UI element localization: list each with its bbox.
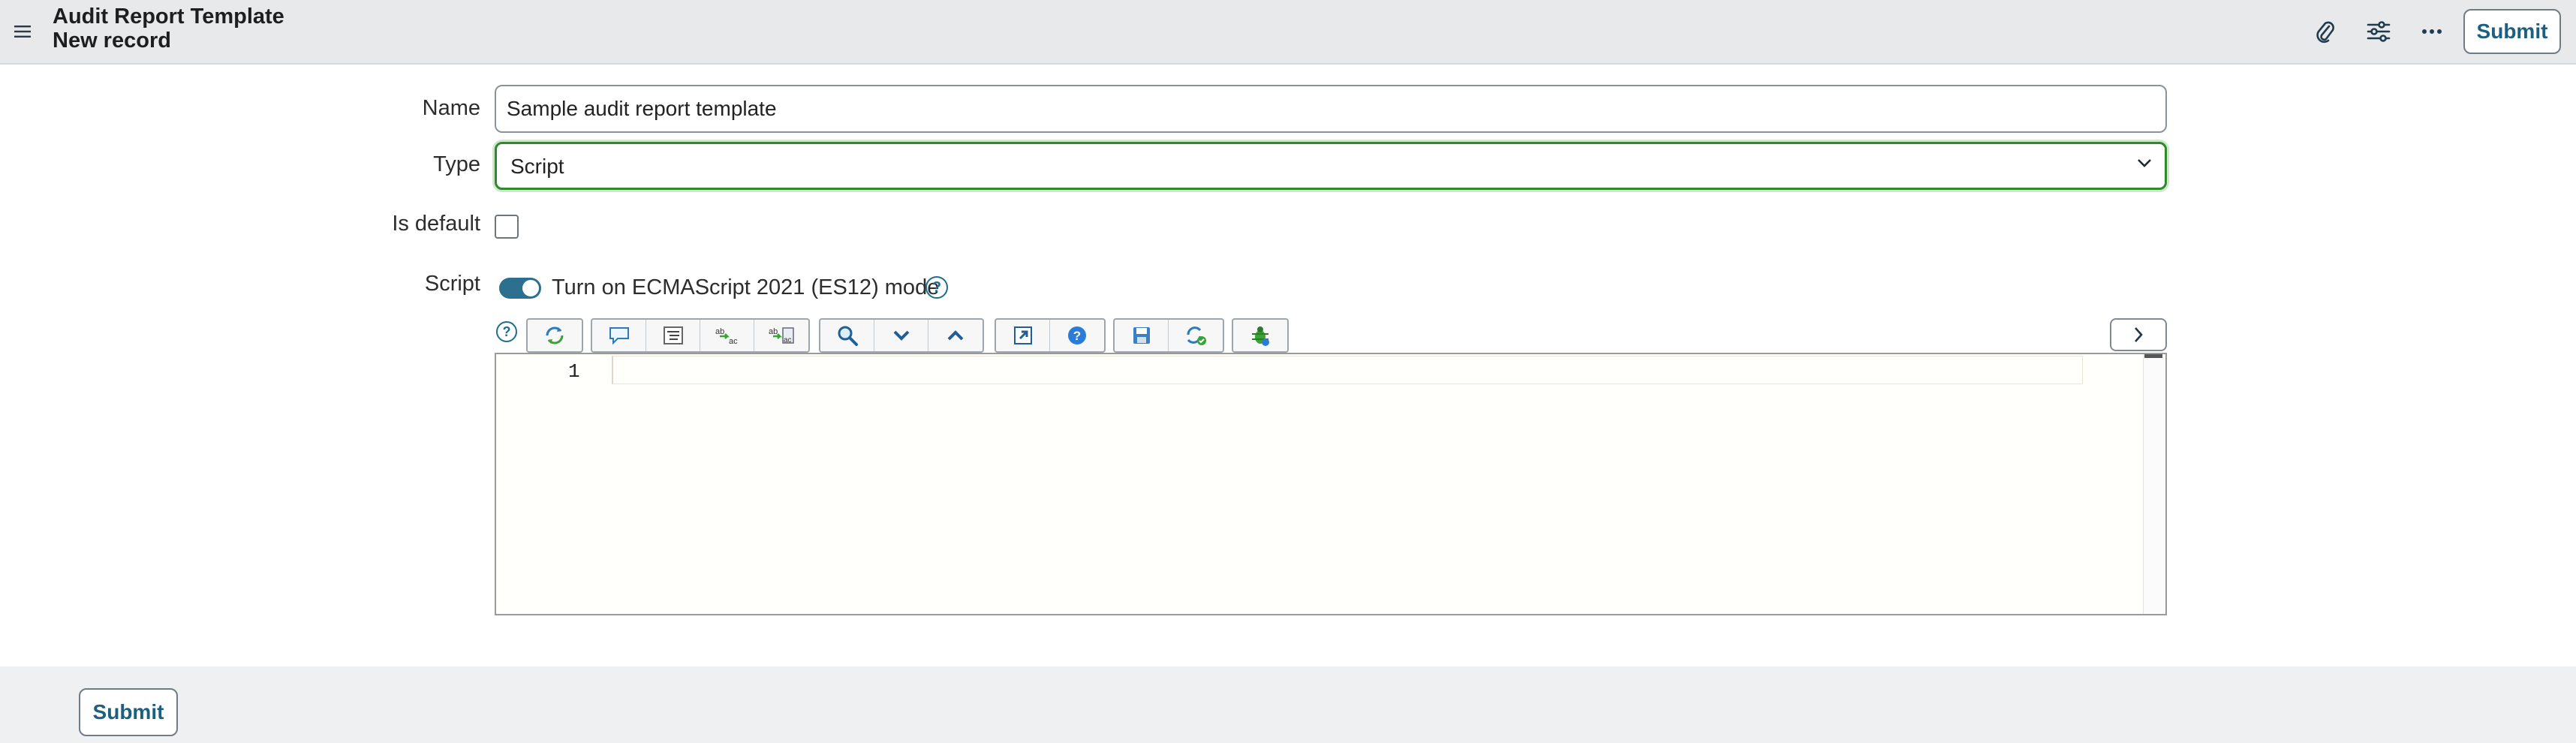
svg-text:ac: ac: [729, 337, 738, 345]
line-number: 1: [568, 360, 580, 383]
toolbar-group-toggle: [526, 318, 583, 353]
name-input[interactable]: [495, 85, 2167, 133]
type-select[interactable]: Script: [497, 144, 2165, 188]
page-title: Audit Report Template: [53, 5, 284, 29]
svg-text:?: ?: [1073, 329, 1081, 343]
toggle-knob: [521, 278, 540, 298]
replace-icon[interactable]: ab ac: [700, 320, 754, 351]
type-label: Type: [433, 152, 480, 176]
active-line-highlight: [612, 356, 2083, 384]
syntax-check-icon[interactable]: [1169, 320, 1223, 351]
replace-all-icon[interactable]: ab ac: [754, 320, 808, 351]
header-submit-button[interactable]: Submit: [2463, 9, 2561, 54]
es12-mode-toggle[interactable]: [499, 278, 541, 299]
toolbar-group-save: [1113, 318, 1224, 353]
is-default-label: Is default: [392, 212, 480, 236]
save-icon[interactable]: [1115, 320, 1169, 351]
ellipsis-icon[interactable]: [2415, 15, 2448, 48]
editor-scrollbar[interactable]: [2143, 354, 2165, 614]
footer-submit-button[interactable]: Submit: [79, 688, 178, 736]
es12-mode-label: Turn on ECMAScript 2021 (ES12) mode: [552, 275, 940, 299]
toolbar-group-debug: [1232, 318, 1289, 353]
search-previous-icon[interactable]: [928, 320, 983, 351]
is-default-checkbox[interactable]: [495, 215, 519, 239]
hamburger-icon[interactable]: [9, 18, 36, 45]
expand-editor-button[interactable]: [2110, 318, 2167, 351]
sliders-icon[interactable]: [2362, 15, 2395, 48]
editor-help-icon[interactable]: ?: [496, 321, 517, 342]
es12-help-icon[interactable]: ?: [925, 276, 948, 299]
debug-bug-icon[interactable]: [1233, 320, 1287, 351]
search-icon[interactable]: [820, 320, 874, 351]
toolbar-group-search: [819, 318, 984, 353]
type-select-wrapper[interactable]: Script: [495, 142, 2167, 190]
name-label: Name: [422, 96, 480, 120]
script-help-icon[interactable]: ?: [1050, 320, 1104, 351]
form-footer: Submit: [0, 666, 2576, 743]
toolbar-group-format: ab ac ab ac: [591, 318, 810, 353]
svg-text:ab: ab: [715, 327, 724, 336]
comment-icon[interactable]: [592, 320, 646, 351]
chevron-right-icon: [2135, 327, 2143, 342]
page-subtitle: New record: [53, 29, 171, 53]
toolbar-group-help: ?: [995, 318, 1106, 353]
paperclip-icon[interactable]: [2309, 15, 2342, 48]
script-editor[interactable]: 1: [495, 353, 2167, 615]
title-block: Audit Report Template New record: [53, 5, 284, 53]
format-code-icon[interactable]: [646, 320, 700, 351]
fullscreen-icon[interactable]: [996, 320, 1050, 351]
scrollbar-thumb[interactable]: [2144, 354, 2162, 358]
search-next-icon[interactable]: [874, 320, 928, 351]
toggle-syntax-icon[interactable]: [528, 320, 582, 351]
script-label: Script: [424, 272, 480, 296]
svg-text:ac: ac: [784, 336, 792, 344]
form-header: Audit Report Template New record Submit: [0, 0, 2576, 65]
svg-text:ab: ab: [769, 327, 778, 336]
